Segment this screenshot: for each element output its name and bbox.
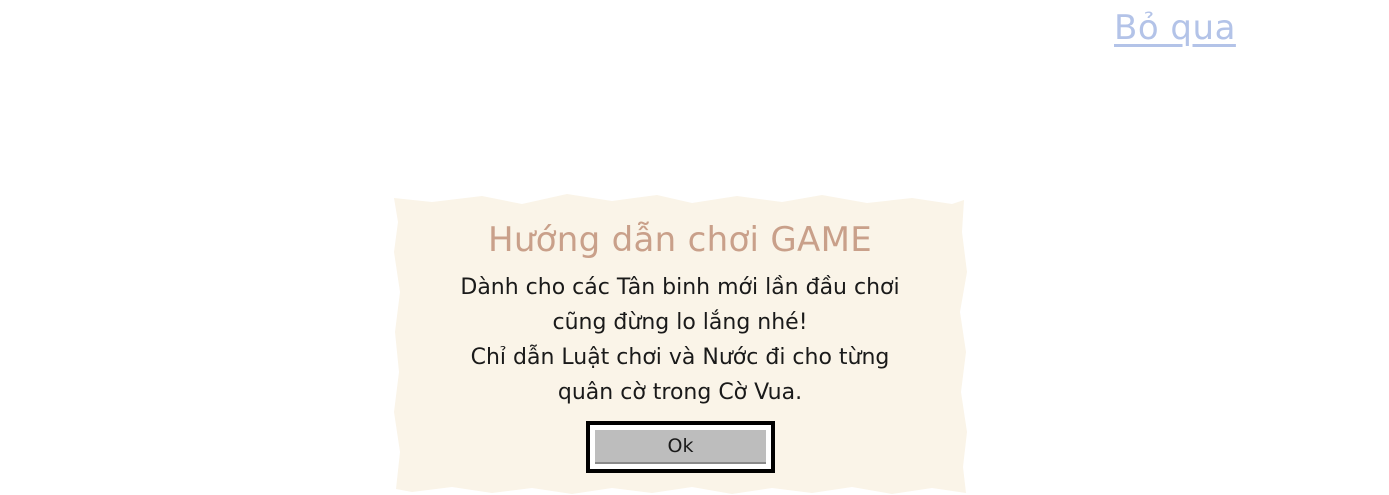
- message-line-2: cũng đừng lo lắng nhé!: [552, 310, 808, 335]
- game-tutorial-screen: Bỏ qua Hướng dẫn chơi GAME Dành cho các …: [0, 0, 1389, 495]
- ok-button-label: Ok: [595, 430, 766, 464]
- ok-button-border: Ok: [590, 425, 771, 469]
- skip-link[interactable]: Bỏ qua: [1114, 6, 1236, 50]
- message-line-4: quân cờ trong Cờ Vua.: [557, 380, 803, 405]
- dialog-message: Dành cho các Tân binh mới lần đầu chơi c…: [432, 270, 928, 410]
- message-line-3: Chỉ dẫn Luật chơi và Nước đi cho từng: [470, 345, 890, 370]
- tutorial-dialog: Hướng dẫn chơi GAME Dành cho các Tân bin…: [392, 192, 968, 495]
- message-line-1: Dành cho các Tân binh mới lần đầu chơi: [460, 275, 900, 300]
- ok-button[interactable]: Ok: [586, 421, 775, 473]
- dialog-title: Hướng dẫn chơi GAME: [487, 220, 873, 260]
